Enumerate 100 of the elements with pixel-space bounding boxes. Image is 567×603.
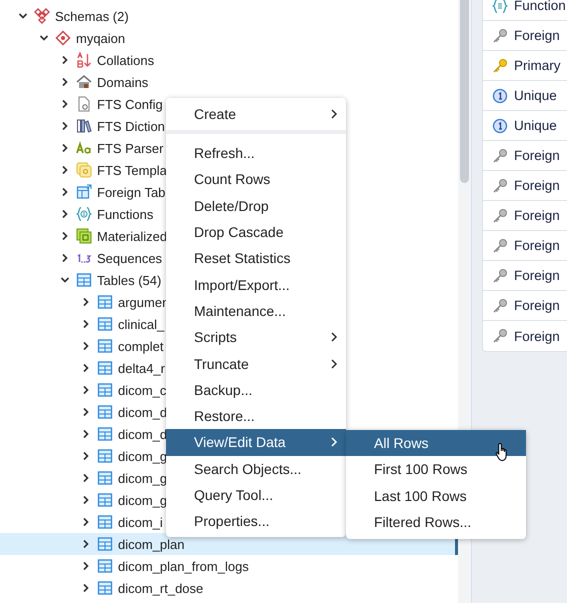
key-icon — [492, 58, 508, 74]
table-icon — [97, 514, 113, 530]
key-icon — [492, 268, 508, 284]
menu-item[interactable]: All Rows — [346, 430, 526, 456]
chevron-right-icon[interactable] — [81, 385, 91, 395]
chevron-down-icon[interactable] — [39, 33, 49, 43]
tree-item[interactable]: dicom_c — [81, 379, 166, 401]
tree-label: delta4_r — [118, 360, 165, 376]
table-icon — [97, 580, 113, 596]
tree-label: dicom_d — [118, 426, 168, 442]
tree-label: FTS Diction — [97, 118, 165, 134]
menu-item[interactable]: Import/Export... — [166, 271, 346, 298]
menu-item[interactable]: Truncate — [166, 350, 346, 377]
dependent-label: Unique — [514, 118, 557, 133]
menu-item[interactable]: Drop Cascade — [166, 218, 346, 246]
menu-item[interactable]: Maintenance... — [166, 298, 346, 324]
chevron-right-icon[interactable] — [81, 561, 91, 571]
unique-icon — [492, 88, 508, 104]
tree-item[interactable]: Functions — [60, 203, 154, 225]
menu-item[interactable]: Backup... — [166, 376, 346, 403]
tree-item[interactable]: Collations — [60, 49, 154, 71]
tree-item[interactable]: dicom_d — [81, 401, 168, 423]
chevron-right-icon[interactable] — [60, 187, 70, 197]
tree-label: Functions — [97, 206, 154, 222]
tree-label: myqaion — [76, 30, 126, 46]
key-icon — [492, 178, 508, 194]
chevron-right-icon[interactable] — [60, 77, 70, 87]
table-icon — [97, 316, 113, 332]
chevron-right-icon[interactable] — [81, 539, 91, 549]
tree-item[interactable]: FTS Diction — [60, 115, 165, 137]
tree-item[interactable]: Tables (54) — [60, 269, 162, 291]
menu-item[interactable]: Properties... — [166, 508, 346, 534]
tree-item[interactable]: Domains — [60, 71, 148, 93]
chevron-right-icon[interactable] — [60, 253, 70, 263]
tree-item[interactable]: FTS Templa — [60, 159, 167, 181]
tree-item[interactable]: dicom_g — [81, 489, 168, 511]
table-icon — [97, 558, 113, 574]
menu-item[interactable]: Filtered Rows... — [346, 508, 526, 536]
chevron-right-icon[interactable] — [60, 121, 70, 131]
tree-item[interactable]: FTS Config — [60, 93, 163, 115]
chevron-right-icon[interactable] — [81, 473, 91, 483]
chevron-right-icon[interactable] — [60, 165, 70, 175]
tree-label: Domains — [97, 74, 148, 90]
menu-item[interactable]: Restore... — [166, 402, 346, 430]
tree-item[interactable]: dicom_d — [81, 423, 168, 445]
chevron-right-icon[interactable] — [81, 341, 91, 351]
chevron-right-icon[interactable] — [81, 517, 91, 527]
scrollbar[interactable] — [460, 0, 469, 183]
chevron-right-icon[interactable] — [60, 231, 70, 241]
house-icon — [76, 74, 92, 90]
chevron-right-icon[interactable] — [81, 429, 91, 439]
chevron-right-icon[interactable] — [60, 55, 70, 65]
menu-item[interactable]: Count Rows — [166, 166, 346, 193]
menu-item[interactable]: Query Tool... — [166, 482, 346, 508]
chevron-right-icon[interactable] — [81, 495, 91, 505]
menu-item[interactable]: Delete/Drop — [166, 192, 346, 219]
tree-label: dicom_d — [118, 404, 168, 420]
dependent-label: Foreign — [514, 208, 560, 223]
chevron-down-icon[interactable] — [18, 11, 28, 21]
chevron-right-icon[interactable] — [81, 451, 91, 461]
table-icon — [97, 404, 113, 420]
tree-item[interactable]: FTS Parser — [60, 137, 164, 159]
chevron-right-icon[interactable] — [81, 319, 91, 329]
menu-item[interactable]: Scripts — [166, 324, 346, 350]
menu-item[interactable]: Search Objects... — [166, 456, 346, 482]
menu-item[interactable]: First 100 Rows — [346, 456, 526, 483]
tree-item[interactable]: dicom_plan_from_logs — [81, 555, 249, 577]
tree-item[interactable]: dicom_i — [81, 511, 163, 533]
chevron-right-icon[interactable] — [60, 99, 70, 109]
tree-item[interactable]: dicom_rt_dose — [81, 577, 204, 599]
tree-item[interactable]: Schemas (2) — [18, 5, 129, 27]
chevron-right-icon[interactable] — [60, 143, 70, 153]
chevron-right-icon[interactable] — [60, 209, 70, 219]
tree-item[interactable]: dicom_g — [81, 467, 168, 489]
tree-label: Collations — [97, 52, 154, 68]
tree-item[interactable]: dicom_g — [81, 445, 168, 467]
tree-item[interactable]: clinical_ — [81, 313, 164, 335]
chevron-right-icon[interactable] — [81, 363, 91, 373]
table-icon — [97, 338, 113, 354]
chevron-right-icon[interactable] — [81, 297, 91, 307]
tree-item[interactable]: dicom_plan — [81, 533, 184, 555]
menu-item[interactable]: View/Edit Data — [166, 429, 346, 456]
chevron-right-icon[interactable] — [81, 583, 91, 593]
tree-item[interactable]: Materialized — [60, 225, 168, 247]
unique-icon — [492, 118, 508, 134]
dependent-label: Foreign — [514, 148, 560, 163]
tree-item[interactable]: Sequences — [60, 247, 162, 269]
tree-item[interactable]: delta4_r — [81, 357, 165, 379]
menu-item[interactable]: Refresh... — [166, 140, 346, 166]
tree-item[interactable]: myqaion — [39, 27, 126, 49]
chevron-down-icon[interactable] — [60, 275, 70, 285]
menu-item[interactable]: Create — [166, 98, 346, 130]
tree-item[interactable]: Foreign Tab — [60, 181, 166, 203]
menu-item[interactable]: Last 100 Rows — [346, 482, 526, 509]
chevron-right-icon[interactable] — [81, 407, 91, 417]
tree-item[interactable]: complet — [81, 335, 164, 357]
dependent-label: Unique — [514, 88, 557, 103]
key-icon — [492, 238, 508, 254]
menu-item[interactable]: Reset Statistics — [166, 245, 346, 272]
font-icon — [76, 140, 92, 156]
